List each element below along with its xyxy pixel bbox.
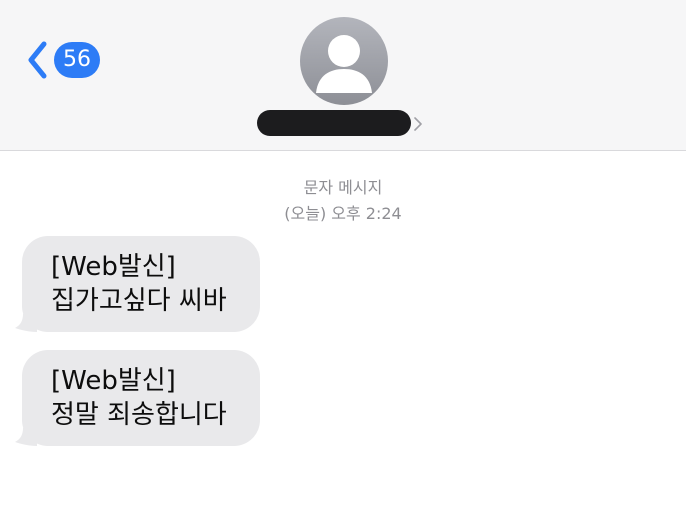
contact-avatar[interactable] bbox=[300, 17, 388, 105]
contact-name[interactable] bbox=[257, 110, 411, 136]
incoming-message-bubble[interactable]: [Web발신] 정말 죄송합니다 bbox=[15, 350, 260, 446]
back-button[interactable]: 56 bbox=[26, 38, 100, 82]
message-text: 집가고싶다 씨바 bbox=[51, 286, 227, 316]
message-timestamp: (오늘) 오후 2:24 bbox=[284, 204, 402, 223]
message-thread-screen: 56 문자 메시지 (오늘) 오후 2:24 [Web발신] 집가고싶다 씨바 … bbox=[0, 0, 686, 531]
message-sender-tag: [Web발신] bbox=[51, 366, 176, 396]
person-silhouette-icon bbox=[316, 35, 372, 93]
message-sender-tag: [Web발신] bbox=[51, 252, 176, 282]
message-type-label: 문자 메시지 bbox=[303, 178, 383, 197]
bubble-tail bbox=[15, 314, 37, 332]
chevron-right-icon[interactable] bbox=[413, 117, 423, 131]
conversation-header: 56 bbox=[0, 0, 686, 151]
incoming-message-bubble[interactable]: [Web발신] 집가고싶다 씨바 bbox=[15, 236, 260, 332]
bubble-tail bbox=[15, 428, 37, 446]
unread-count-badge: 56 bbox=[54, 42, 100, 78]
chevron-left-icon bbox=[28, 41, 47, 79]
message-text: 정말 죄송합니다 bbox=[51, 400, 227, 430]
